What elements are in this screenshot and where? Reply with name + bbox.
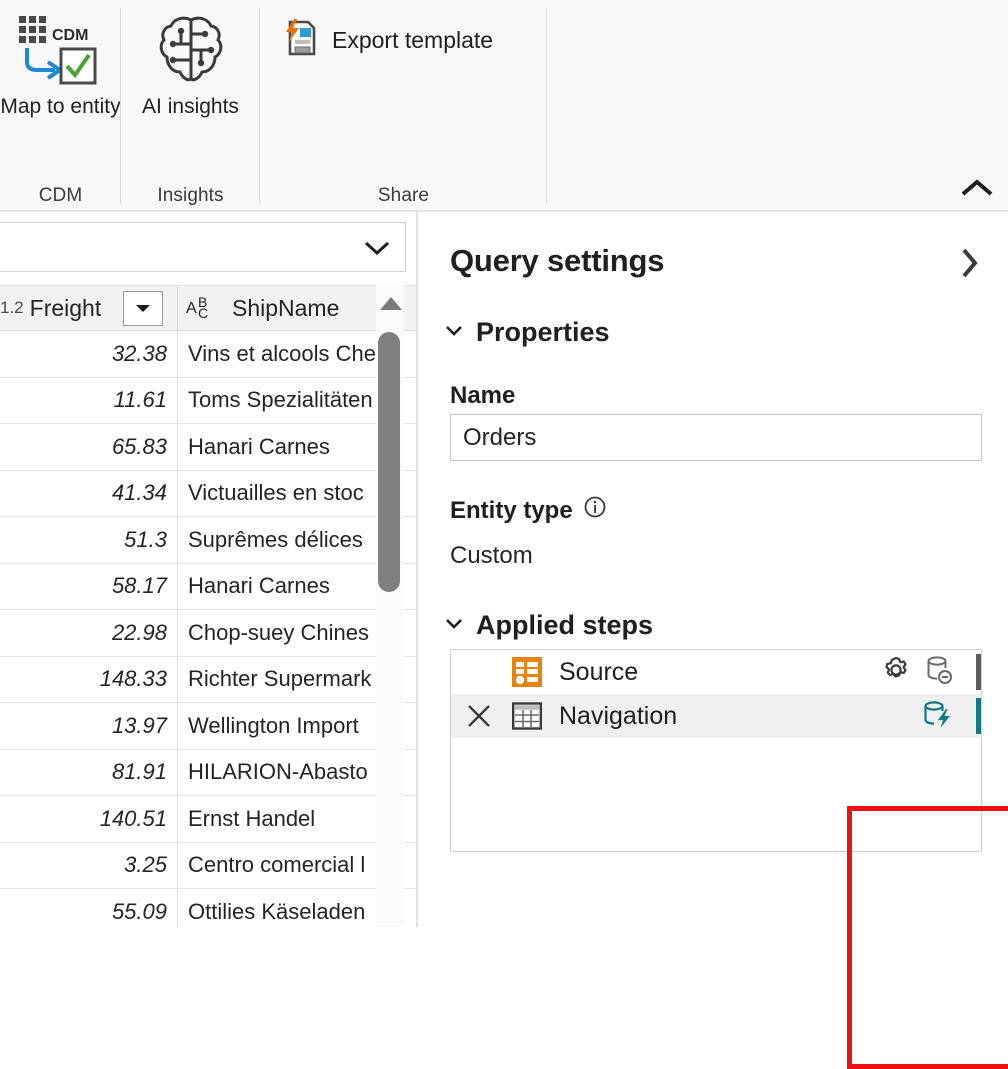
cell-freight[interactable]: 51.3 xyxy=(0,517,178,564)
step-label: Navigation xyxy=(559,702,677,731)
applied-steps-list: Source xyxy=(450,649,982,852)
chevron-down-icon[interactable] xyxy=(363,235,391,261)
gear-icon[interactable] xyxy=(880,654,912,691)
table-body: 32.38Vins et alcools Che11.61Toms Spezia… xyxy=(0,331,418,928)
database-lightning-icon[interactable] xyxy=(922,698,954,735)
table-header: 1.2 Freight xyxy=(0,286,418,331)
cell-freight[interactable]: 140.51 xyxy=(0,796,178,843)
step-label: Source xyxy=(559,658,638,687)
step-marker-bar xyxy=(976,698,981,734)
applied-step-navigation[interactable]: Navigation xyxy=(451,694,981,738)
properties-label: Properties xyxy=(476,317,610,348)
ribbon-group-label-insights: Insights xyxy=(121,185,260,207)
query-settings-pane: Query settings Properties Name Orders En… xyxy=(418,212,1008,927)
cell-freight[interactable]: 13.97 xyxy=(0,703,178,750)
cell-freight[interactable]: 148.33 xyxy=(0,656,178,703)
applied-steps-label: Applied steps xyxy=(476,610,653,641)
svg-text:CDM: CDM xyxy=(52,27,88,44)
scroll-up-arrow-icon[interactable] xyxy=(380,297,402,310)
column-label-freight: Freight xyxy=(30,295,102,322)
export-template-button[interactable]: Export template xyxy=(282,18,493,63)
column-label-shipname: ShipName xyxy=(232,295,339,322)
chevron-down-icon[interactable] xyxy=(444,323,464,342)
table-row[interactable]: 65.83Hanari Carnes xyxy=(0,424,418,471)
applied-step-source[interactable]: Source xyxy=(451,650,981,694)
ribbon-group-insights: AI insights Insights xyxy=(121,0,260,210)
app-window: CDM Map to entity CDM xyxy=(0,0,1008,927)
data-preview-grid: 1.2 Freight xyxy=(0,285,418,927)
cell-freight[interactable]: 11.61 xyxy=(0,377,178,424)
table-row[interactable]: 32.38Vins et alcools Che xyxy=(0,331,418,378)
text-type-icon: ABC xyxy=(186,295,220,321)
table-row[interactable]: 140.51Ernst Handel xyxy=(0,796,418,843)
chevron-down-icon[interactable] xyxy=(444,616,464,635)
formula-bar[interactable] xyxy=(0,222,406,272)
table-grid-icon xyxy=(507,701,547,731)
cell-freight[interactable]: 22.98 xyxy=(0,610,178,657)
ribbon-group-empty xyxy=(547,0,1008,210)
table-row[interactable]: 22.98Chop-suey Chines xyxy=(0,610,418,657)
cell-freight[interactable]: 41.34 xyxy=(0,470,178,517)
column-header-freight[interactable]: 1.2 Freight xyxy=(0,286,178,331)
cell-freight[interactable]: 65.83 xyxy=(0,424,178,471)
step-actions xyxy=(922,698,981,735)
export-template-icon xyxy=(282,18,318,63)
cell-freight[interactable]: 55.09 xyxy=(0,889,178,928)
ribbon-group-label-share: Share xyxy=(260,185,547,207)
map-to-entity-button[interactable]: CDM Map to entity xyxy=(0,6,121,121)
info-icon[interactable] xyxy=(583,495,607,526)
table-row[interactable]: 148.33Richter Supermark xyxy=(0,656,418,703)
name-field-label: Name xyxy=(450,382,515,410)
ai-brain-icon xyxy=(157,12,225,88)
table-row[interactable]: 11.61Toms Spezialitäten xyxy=(0,377,418,424)
page-title: Query settings xyxy=(450,243,664,279)
table-row[interactable]: 51.3Suprêmes délices xyxy=(0,517,418,564)
cell-freight[interactable]: 81.91 xyxy=(0,749,178,796)
cell-freight[interactable]: 58.17 xyxy=(0,563,178,610)
table-row[interactable]: 13.97Wellington Import xyxy=(0,703,418,750)
cell-freight[interactable]: 3.25 xyxy=(0,842,178,889)
decimal-type-icon: 1.2 xyxy=(0,298,24,318)
map-to-entity-label: Map to entity xyxy=(0,92,120,121)
preview-pane: 1.2 Freight xyxy=(0,212,418,927)
step-actions xyxy=(880,654,981,691)
database-minus-icon[interactable] xyxy=(924,654,954,691)
source-settings-icon xyxy=(507,657,547,687)
ribbon-group-share: Export template Share xyxy=(260,0,547,210)
preview-vertical-scrollbar[interactable] xyxy=(376,285,404,927)
properties-section-header[interactable]: Properties xyxy=(444,317,610,348)
close-x-icon[interactable] xyxy=(451,701,507,731)
entity-type-value: Custom xyxy=(450,542,533,570)
table-row[interactable]: 58.17Hanari Carnes xyxy=(0,563,418,610)
scrollbar-thumb[interactable] xyxy=(378,332,400,592)
chevron-right-icon[interactable] xyxy=(952,246,986,280)
table-row[interactable]: 41.34Victuailles en stoc xyxy=(0,470,418,517)
step-marker-bar xyxy=(976,654,981,690)
name-input[interactable]: Orders xyxy=(450,414,982,461)
table-row[interactable]: 3.25Centro comercial l xyxy=(0,842,418,889)
ai-insights-button[interactable]: AI insights xyxy=(121,6,260,121)
entity-type-label: Entity type xyxy=(450,495,607,526)
export-template-label: Export template xyxy=(332,27,493,54)
ribbon: CDM Map to entity CDM xyxy=(0,0,1008,212)
table-row[interactable]: 55.09Ottilies Käseladen xyxy=(0,889,418,928)
preview-table: 1.2 Freight xyxy=(0,286,418,927)
ribbon-group-label-cdm: CDM xyxy=(0,185,121,207)
applied-steps-section-header[interactable]: Applied steps xyxy=(444,610,653,641)
cell-freight[interactable]: 32.38 xyxy=(0,331,178,378)
ai-insights-label: AI insights xyxy=(142,92,239,121)
ribbon-group-cdm: CDM Map to entity CDM xyxy=(0,0,121,210)
chevron-up-icon[interactable] xyxy=(954,168,1000,208)
entity-type-text: Entity type xyxy=(450,497,573,525)
table-row[interactable]: 81.91HILARION-Abasto xyxy=(0,749,418,796)
filter-dropdown-icon[interactable] xyxy=(123,291,163,326)
cdm-map-to-entity-icon: CDM xyxy=(15,10,107,88)
